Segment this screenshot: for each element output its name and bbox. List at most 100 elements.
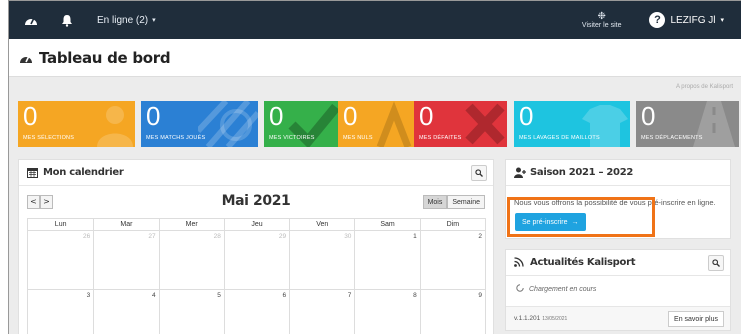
day-header: Dim xyxy=(419,219,485,230)
tile-trips-value: 0 xyxy=(641,101,656,131)
calendar-month-title: Mai 2021 xyxy=(221,193,291,209)
highlight-annotation xyxy=(507,197,655,237)
season-panel-header: Saison 2021 – 2022 xyxy=(506,160,730,186)
tile-defeats[interactable]: 0 MES DÉFAITES xyxy=(414,101,507,147)
caret-down-icon: ▾ xyxy=(152,17,156,24)
learn-more-button[interactable]: En savoir plus xyxy=(668,311,724,327)
tile-selections-value: 0 xyxy=(23,101,38,131)
tile-matches-value: 0 xyxy=(146,101,161,131)
dashboard-icon[interactable] xyxy=(23,12,39,28)
tile-draws-value: 0 xyxy=(343,101,358,131)
cross-icon xyxy=(465,103,505,145)
tile-jersey-washes[interactable]: 0 MES LAVAGES DE MAILLOTS xyxy=(514,101,630,147)
tile-jersey-washes-label: MES LAVAGES DE MAILLOTS xyxy=(519,135,600,141)
tile-victories[interactable]: 0 MES VICTOIRES xyxy=(264,101,338,147)
day-header: Sam xyxy=(354,219,419,230)
calendar-week-row: 26 27 28 29 30 1 2 xyxy=(27,230,486,290)
tile-matches-label: MES MATCHS JOUÉS xyxy=(146,135,206,141)
tile-selections[interactable]: 0 MES SÉLECTIONS xyxy=(18,101,135,147)
magnifier-icon xyxy=(712,258,720,267)
visit-site-link[interactable]: ❉ Visiter le site xyxy=(581,10,622,29)
calendar-day-cell[interactable]: 2 xyxy=(419,231,485,289)
calendar-view-switch: Mois Semaine xyxy=(422,195,485,209)
calendar-day-cell[interactable]: 9 xyxy=(419,290,485,334)
news-loading-text: Chargement en cours xyxy=(529,285,597,293)
visit-site-label: Visiter le site xyxy=(581,21,622,29)
day-header: Mer xyxy=(158,219,224,230)
help-icon: ? xyxy=(649,12,666,28)
calendar-panel-header: Mon calendrier xyxy=(19,160,493,186)
calendar-day-headers: Lun Mar Mer Jeu Ven Sam Dim xyxy=(27,218,486,230)
user-name: LEZIFG Jl xyxy=(670,14,716,26)
top-navbar: En ligne (2) ▾ ❉ Visiter le site ? LEZIF… xyxy=(9,1,741,39)
page-title: Tableau de bord xyxy=(39,48,171,67)
magnifier-icon xyxy=(475,168,483,177)
online-status-dropdown[interactable]: En ligne (2) ▾ xyxy=(97,15,156,26)
tile-matches[interactable]: 0 MES MATCHS JOUÉS xyxy=(141,101,258,147)
tile-draws[interactable]: 0 MES NULS xyxy=(338,101,414,147)
calendar-day-cell[interactable]: 3 xyxy=(28,290,93,334)
globe-icon: ❉ xyxy=(597,10,606,22)
page-header: Tableau de bord xyxy=(9,39,741,77)
tile-defeats-label: MES DÉFAITES xyxy=(419,135,462,141)
tile-trips-label: MES DÉPLACEMENTS xyxy=(641,135,703,141)
view-week-button[interactable]: Semaine xyxy=(447,195,485,209)
version-date: 13/05/2021 xyxy=(542,316,568,322)
season-title: Saison 2021 – 2022 xyxy=(530,167,634,178)
about-link[interactable]: A propos de Kalisport xyxy=(676,84,733,90)
tile-defeats-value: 0 xyxy=(419,101,434,131)
calendar-week-row: 3 4 5 6 7 8 9 xyxy=(27,290,486,334)
calendar-day-cell[interactable]: 4 xyxy=(93,290,158,334)
dashboard-icon xyxy=(19,51,33,65)
caret-down-icon: ▾ xyxy=(720,17,724,24)
calendar-day-cell[interactable]: 29 xyxy=(223,231,289,289)
tile-trips[interactable]: 0 MES DÉPLACEMENTS xyxy=(636,101,739,147)
day-header: Ven xyxy=(289,219,354,230)
day-header: Jeu xyxy=(223,219,289,230)
tile-selections-label: MES SÉLECTIONS xyxy=(23,135,75,141)
calendar-title: Mon calendrier xyxy=(43,167,124,178)
version-number: v.1.1.201 xyxy=(514,315,541,322)
ball-icon xyxy=(198,101,258,147)
person-icon xyxy=(97,106,133,147)
calendar-day-cell[interactable]: 28 xyxy=(158,231,224,289)
calendar-day-cell[interactable]: 6 xyxy=(223,290,289,334)
news-loading: Chargement en cours xyxy=(516,284,596,294)
calendar-grid: Lun Mar Mer Jeu Ven Sam Dim 26 27 28 29 … xyxy=(27,218,486,334)
bell-icon[interactable] xyxy=(59,12,75,28)
app-version: v.1.1.201 13/05/2021 xyxy=(514,315,567,322)
rss-icon xyxy=(514,257,525,268)
calendar-nav: < > xyxy=(27,195,53,209)
app-frame: En ligne (2) ▾ ❉ Visiter le site ? LEZIF… xyxy=(8,0,741,334)
user-menu[interactable]: ? LEZIFG Jl ▾ xyxy=(649,12,724,28)
calendar-day-cell[interactable]: 8 xyxy=(354,290,419,334)
tile-victories-value: 0 xyxy=(269,101,284,131)
calendar-day-cell[interactable]: 27 xyxy=(93,231,158,289)
news-title: Actualités Kalisport xyxy=(530,257,636,268)
calendar-day-cell[interactable]: 26 xyxy=(28,231,93,289)
spinner-icon xyxy=(516,284,524,294)
calendar-day-cell[interactable]: 5 xyxy=(158,290,224,334)
day-header: Lun xyxy=(54,221,67,228)
tile-victories-label: MES VICTOIRES xyxy=(269,135,315,141)
calendar-prev-button[interactable]: < xyxy=(27,195,40,209)
calendar-day-cell[interactable]: 7 xyxy=(289,290,354,334)
online-status-label: En ligne (2) xyxy=(97,14,149,26)
equal-icon xyxy=(376,101,412,147)
news-panel: Actualités Kalisport Chargement en cours… xyxy=(505,249,731,331)
calendar-day-cell[interactable]: 1 xyxy=(354,231,419,289)
news-footer: v.1.1.201 13/05/2021 En savoir plus xyxy=(506,306,730,330)
day-header: Mar xyxy=(93,219,158,230)
calendar-panel: Mon calendrier Mai 2021 < > Mois Semaine… xyxy=(18,159,494,334)
calendar-zoom-button[interactable] xyxy=(471,164,487,181)
view-month-button[interactable]: Mois xyxy=(422,195,448,209)
tile-jersey-washes-value: 0 xyxy=(519,101,534,131)
calendar-day-cell[interactable]: 30 xyxy=(289,231,354,289)
tile-draws-label: MES NULS xyxy=(343,135,373,141)
calendar-icon xyxy=(27,167,38,178)
news-panel-header: Actualités Kalisport xyxy=(506,250,730,276)
calendar-toolbar: Mai 2021 < > Mois Semaine xyxy=(27,192,485,214)
news-zoom-button[interactable] xyxy=(708,254,724,271)
user-plus-icon xyxy=(514,167,526,178)
calendar-next-button[interactable]: > xyxy=(40,195,53,209)
